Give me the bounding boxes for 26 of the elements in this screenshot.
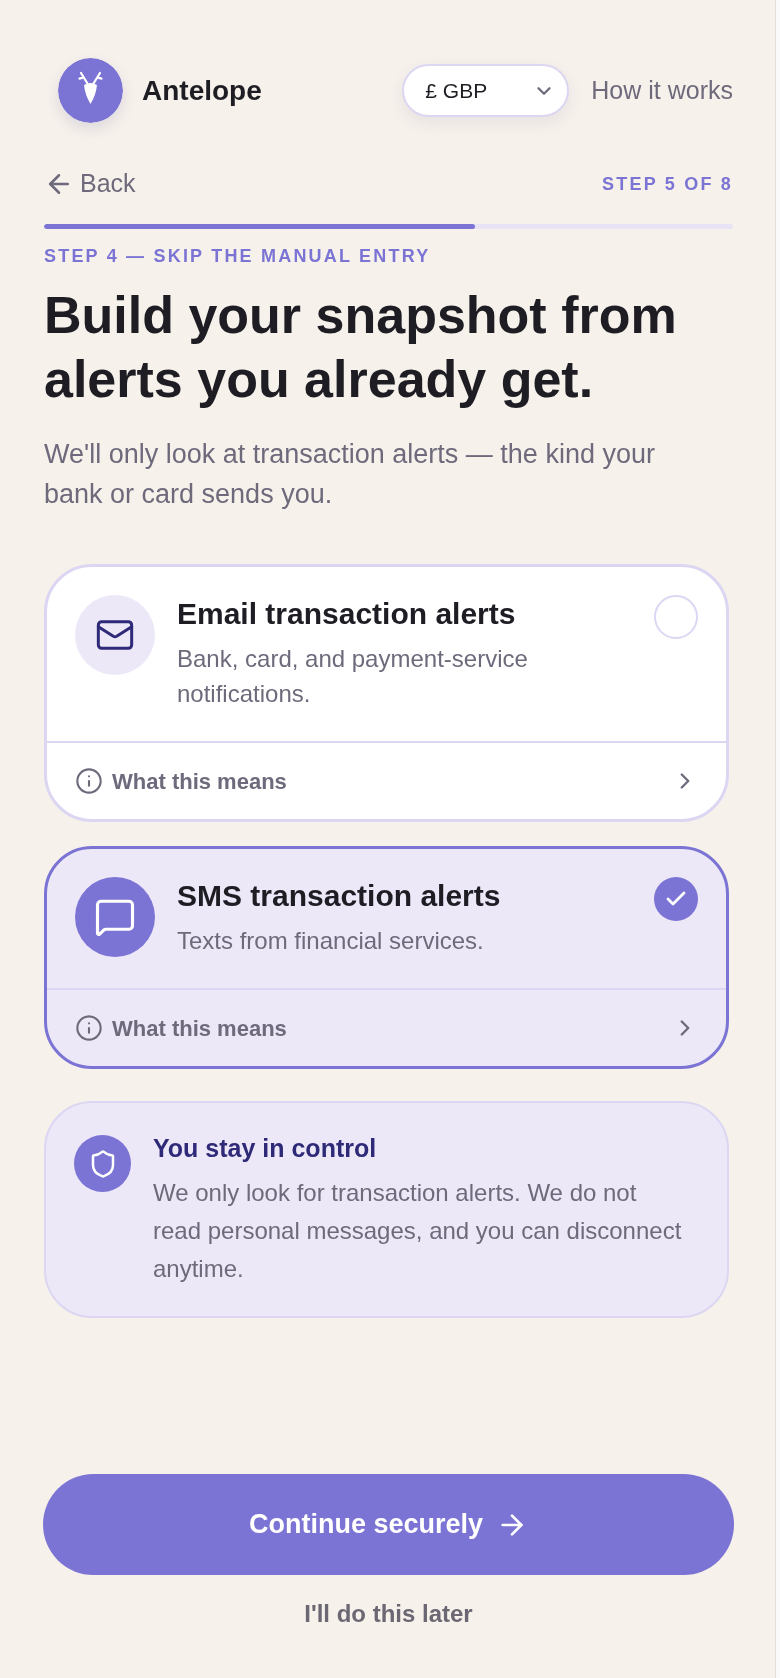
what-this-means-button[interactable]: What this means — [47, 743, 726, 819]
alert-option-card[interactable]: Email transaction alerts Bank, card, and payment-service notifications. What this means — [44, 564, 729, 822]
option-title: SMS transaction alerts — [177, 878, 502, 914]
option-description: Bank, card, and payment-service notifications. — [177, 644, 529, 709]
option-description: Texts from financial services. — [177, 926, 485, 956]
notice-body: We only look for transaction alerts. We do not read personal messages, and you can disconnect anytime. — [153, 1178, 683, 1284]
currency-select[interactable]: £ GBP — [402, 64, 570, 117]
info-icon — [75, 1014, 103, 1042]
selection-radio[interactable] — [654, 877, 698, 921]
info-icon — [75, 767, 103, 795]
option-title: Email transaction alerts — [177, 596, 517, 632]
back-button[interactable]: Back — [44, 165, 136, 203]
continue-button[interactable]: Continue securely — [43, 1474, 734, 1575]
brand-name: Antelope — [142, 73, 262, 108]
step-eyebrow: STEP 4 — SKIP THE MANUAL ENTRY — [44, 245, 432, 267]
notice-title: You stay in control — [153, 1133, 378, 1164]
how-it-works-link[interactable]: How it works — [591, 71, 733, 110]
what-this-means-button[interactable]: What this means — [47, 990, 726, 1066]
page-subtitle: We'll only look at transaction alerts — the kind your bank or card sends you. — [44, 438, 656, 511]
page-heading: Build your snapshot from alerts you already get. — [44, 285, 678, 410]
antelope-logo-icon — [58, 58, 123, 123]
alert-option-card[interactable]: SMS transaction alerts Texts from financial services. What this means — [44, 846, 729, 1069]
do-later-link[interactable]: I'll do this later — [304, 1598, 473, 1630]
shield-icon — [74, 1135, 131, 1192]
step-counter: STEP 5 OF 8 — [602, 172, 733, 196]
selection-radio[interactable] — [654, 595, 698, 639]
